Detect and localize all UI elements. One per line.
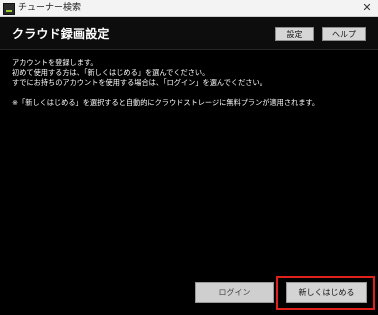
help-button[interactable]: ヘルプ: [322, 27, 366, 41]
message-note: ※「新しくはじめる」を選択すると自動的にクラウドストレージに無料プランが適用され…: [12, 98, 320, 107]
close-icon[interactable]: ✕: [356, 0, 378, 16]
window-titlebar: チューナー検索 ✕: [0, 0, 378, 17]
message-line-3: すでにお持ちのアカウントを使用する場合は、「ログイン」を選んでください。: [12, 78, 267, 87]
message-line-1: アカウントを登録します。: [12, 58, 98, 67]
instruction-message: アカウントを登録します。 初めて使用する方は、「新しくはじめる」を選んでください…: [12, 58, 319, 108]
app-icon: [3, 3, 15, 15]
settings-button[interactable]: 設定: [275, 27, 314, 41]
login-button[interactable]: ログイン: [195, 282, 274, 303]
start-new-button[interactable]: 新しくはじめる: [286, 282, 367, 303]
window-title: チューナー検索: [18, 3, 82, 13]
message-line-2: 初めて使用する方は、「新しくはじめる」を選んでください。: [12, 68, 210, 77]
page-title: クラウド録画設定: [12, 27, 110, 41]
